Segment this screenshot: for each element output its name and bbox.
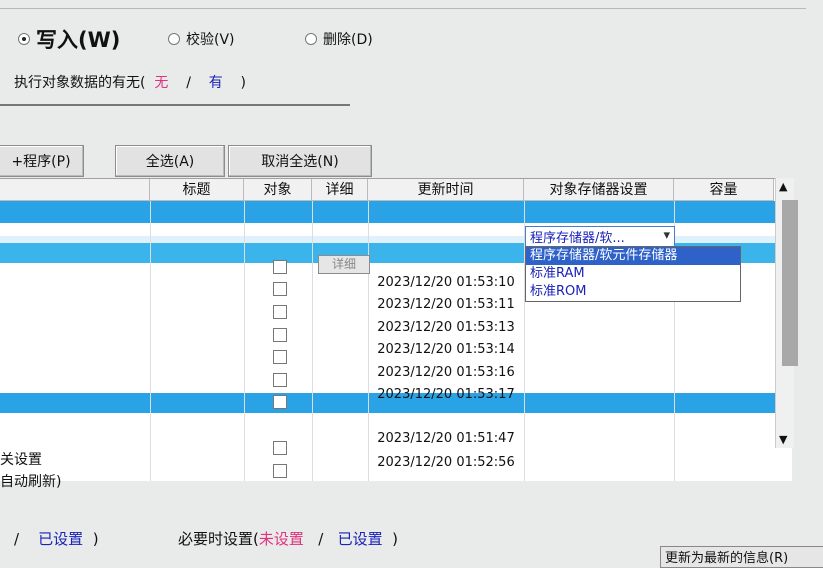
target-checkbox[interactable] xyxy=(273,395,287,409)
scrollbar-thumb[interactable] xyxy=(782,200,798,366)
program-button[interactable]: +程序(P) xyxy=(0,145,84,177)
update-time: 2023/12/20 01:53:13 xyxy=(377,320,515,335)
deselect-all-button[interactable]: 取消全选(N) xyxy=(228,145,372,177)
header-target[interactable]: 对象 xyxy=(244,179,312,201)
update-latest-button[interactable]: 更新为最新的信息(R) xyxy=(660,546,823,568)
chevron-down-icon[interactable]: ▼ xyxy=(779,433,787,446)
section-divider xyxy=(0,104,350,106)
update-time: 2023/12/20 01:53:10 xyxy=(377,275,515,290)
write-radio[interactable]: 写入(W) xyxy=(18,24,120,54)
memory-option[interactable]: 标准RAM xyxy=(526,265,740,283)
target-checkbox[interactable] xyxy=(273,464,287,478)
update-time: 2023/12/20 01:53:17 xyxy=(377,387,515,402)
row-label: 自动刷新) xyxy=(0,474,62,490)
update-time: 2023/12/20 01:53:11 xyxy=(377,297,515,312)
target-checkbox[interactable] xyxy=(273,282,287,296)
select-all-button[interactable]: 全选(A) xyxy=(115,145,225,177)
target-checkbox[interactable] xyxy=(273,350,287,364)
radio-unchecked-icon[interactable] xyxy=(168,33,180,45)
header-blank xyxy=(0,179,150,201)
target-checkbox[interactable] xyxy=(273,305,287,319)
has-marker: 有 xyxy=(208,75,223,91)
update-time: 2023/12/20 01:53:14 xyxy=(377,342,515,357)
window-top-border xyxy=(0,0,806,9)
radio-unchecked-icon[interactable] xyxy=(305,33,317,45)
header-detail[interactable]: 详细 xyxy=(312,179,368,201)
update-time: 2023/12/20 01:53:16 xyxy=(377,365,515,380)
existence-legend: 执行对象数据的有无( 无 / 有 ) xyxy=(14,75,246,91)
settings-status-needed: 必要时设置(未设置 / 已设置 ) xyxy=(178,530,398,548)
detail-button[interactable]: 详细 xyxy=(318,255,370,274)
program-table: 标题 对象 详细 更新时间 对象存储器设置 容量 2023/12/20 01:5… xyxy=(0,178,792,481)
update-time: 2023/12/20 01:51:47 xyxy=(377,431,515,446)
verify-radio[interactable]: 校验(V) xyxy=(168,29,235,49)
target-checkbox[interactable] xyxy=(273,328,287,342)
memory-select-value: 程序存储器/软... xyxy=(530,231,625,246)
memory-select[interactable]: 程序存储器/软... ▾ xyxy=(525,226,675,248)
header-memory-setting[interactable]: 对象存储器设置 xyxy=(524,179,674,201)
row-label: 关设置 xyxy=(0,452,42,468)
header-capacity[interactable]: 容量 xyxy=(674,179,774,201)
target-checkbox[interactable] xyxy=(273,441,287,455)
header-update-time[interactable]: 更新时间 xyxy=(368,179,524,201)
none-marker: 无 xyxy=(154,75,169,91)
target-checkbox[interactable] xyxy=(273,260,287,274)
delete-radio[interactable]: 删除(D) xyxy=(305,29,373,49)
chevron-down-icon[interactable]: ▾ xyxy=(663,228,670,243)
memory-option[interactable]: 程序存储器/软元件存储器 xyxy=(526,247,740,265)
settings-status-left: / 已设置 ) xyxy=(14,530,99,548)
chevron-up-icon[interactable]: ▲ xyxy=(779,180,787,193)
target-checkbox[interactable] xyxy=(273,373,287,387)
memory-option[interactable]: 标准ROM xyxy=(526,283,740,301)
header-title[interactable]: 标题 xyxy=(150,179,244,201)
write-label: 写入(W) xyxy=(36,28,121,52)
update-time: 2023/12/20 01:52:56 xyxy=(377,455,515,470)
radio-checked-icon[interactable] xyxy=(18,33,30,45)
verify-label: 校验(V) xyxy=(186,32,235,48)
memory-options-list[interactable]: 程序存储器/软元件存储器 标准RAM 标准ROM xyxy=(525,246,741,302)
delete-label: 删除(D) xyxy=(323,32,373,48)
